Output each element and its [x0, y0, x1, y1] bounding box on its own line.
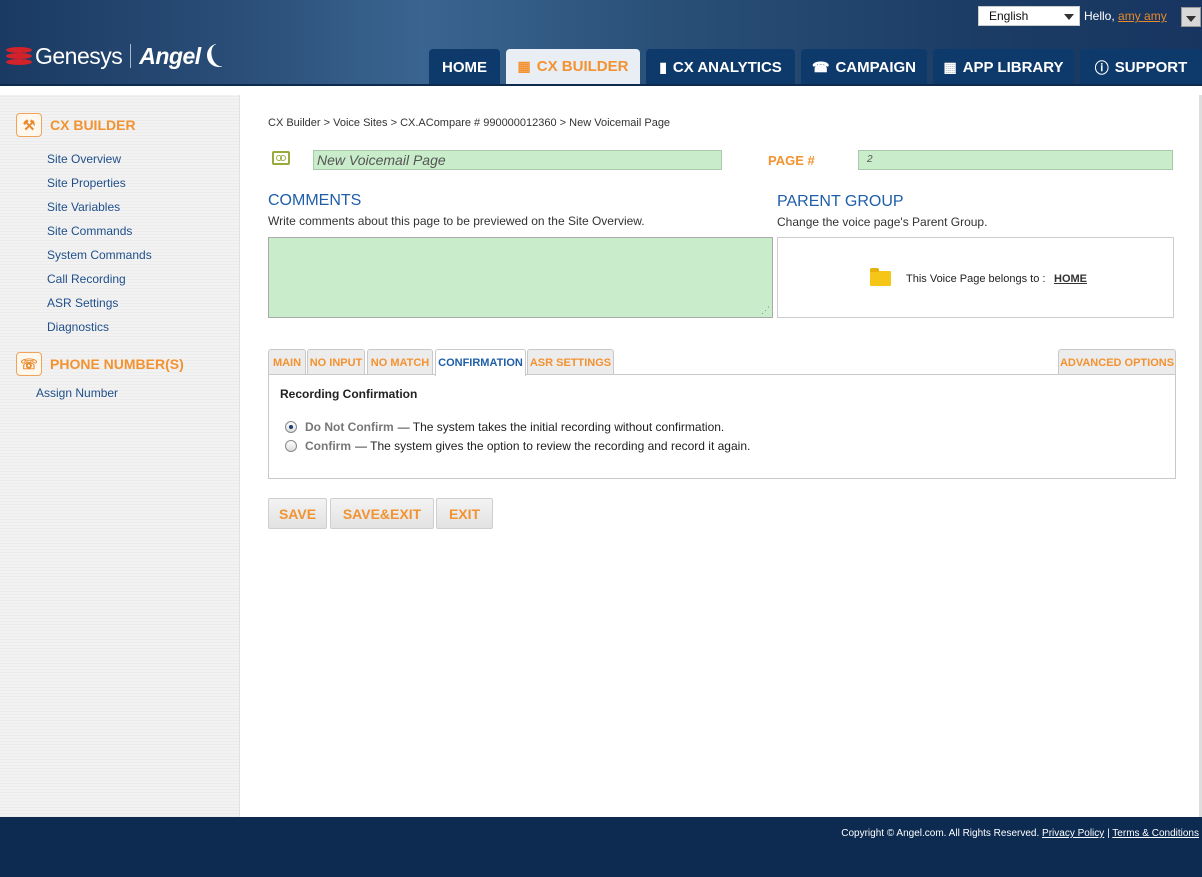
info-icon: ⓘ	[1094, 59, 1109, 76]
genesys-angel-logo[interactable]: Genesys Angel ❨	[6, 36, 227, 76]
sidebar-item-site-commands[interactable]: Site Commands	[47, 224, 132, 238]
tab-cx-analytics[interactable]: ▮ CX ANALYTICS	[646, 49, 795, 86]
parent-group-title: PARENT GROUP	[777, 193, 904, 210]
tab-label: CX BUILDER	[536, 58, 629, 75]
privacy-policy-link[interactable]: Privacy Policy	[1042, 828, 1104, 839]
greeting-text: Hello,	[1084, 9, 1115, 23]
tab-advanced-options[interactable]: ADVANCED OPTIONS	[1058, 349, 1176, 375]
copyright-notice: Copyright © Angel.com. All Rights Reserv…	[841, 828, 1199, 839]
tab-main[interactable]: MAIN	[268, 349, 306, 375]
tab-cx-builder[interactable]: ▦ CX BUILDER	[506, 49, 640, 86]
parent-group-text: This Voice Page belongs to :	[906, 273, 1046, 285]
comments-description: Write comments about this page to be pre…	[268, 214, 645, 228]
tab-label: SUPPORT	[1114, 59, 1188, 76]
sidebar-item-site-overview[interactable]: Site Overview	[47, 152, 121, 166]
user-name-link[interactable]: amy amy	[1118, 9, 1167, 23]
panel-title: Recording Confirmation	[280, 387, 418, 401]
resize-grip-icon[interactable]: ⋰	[761, 305, 770, 316]
sidebar-section-cx-builder: ⚒ CX BUILDER	[16, 113, 136, 137]
terms-link[interactable]: Terms & Conditions	[1112, 828, 1199, 839]
sidebar-section-title: CX BUILDER	[50, 117, 136, 133]
footer: Copyright © Angel.com. All Rights Reserv…	[0, 817, 1202, 877]
radio-description: — The system takes the initial recording…	[397, 420, 725, 434]
save-button[interactable]: SAVE	[268, 498, 327, 529]
radio-description: — The system gives the option to review …	[355, 439, 751, 453]
radio-button[interactable]	[285, 440, 297, 452]
top-header: Genesys Angel ❨ English Hello, amy amy H…	[0, 0, 1202, 86]
page-number-label: PAGE #	[768, 153, 815, 168]
language-select[interactable]: English	[978, 6, 1080, 26]
parent-group-link[interactable]: HOME	[1054, 273, 1087, 285]
grid-icon: ▦	[943, 59, 957, 75]
save-exit-button[interactable]: SAVE&EXIT	[330, 498, 434, 529]
chevron-down-icon	[1186, 16, 1196, 22]
sidebar-item-assign-number[interactable]: Assign Number	[36, 386, 118, 400]
radio-label: Confirm	[305, 439, 351, 453]
parent-group-description: Change the voice page's Parent Group.	[777, 215, 988, 229]
sidebar-item-site-variables[interactable]: Site Variables	[47, 200, 120, 214]
angel-wing-icon: ❨	[198, 38, 227, 73]
sidebar-item-system-commands[interactable]: System Commands	[47, 248, 152, 262]
tab-campaign[interactable]: ☎ CAMPAIGN	[801, 49, 927, 86]
folder-icon	[870, 268, 891, 286]
language-value: English	[989, 9, 1029, 23]
confirmation-panel: Recording Confirmation Do Not Confirm — …	[268, 374, 1176, 479]
logo-divider	[130, 44, 132, 68]
radio-button-checked[interactable]	[285, 421, 297, 433]
user-menu-dropdown[interactable]	[1181, 7, 1201, 27]
tab-label: HOME	[442, 59, 487, 76]
page-name-input[interactable]: New Voicemail Page	[313, 150, 722, 170]
sidebar-item-asr-settings[interactable]: ASR Settings	[47, 296, 118, 310]
chevron-down-icon	[1064, 14, 1074, 20]
campaign-icon: ☎	[811, 59, 830, 75]
radio-option-confirm[interactable]: Confirm — The system gives the option to…	[285, 439, 750, 453]
product-name: Angel	[139, 42, 201, 69]
tab-support[interactable]: ⓘ SUPPORT	[1080, 49, 1202, 86]
header-spacer	[0, 86, 1202, 95]
tab-app-library[interactable]: ▦ APP LIBRARY	[933, 49, 1074, 86]
bar-chart-icon: ▮	[659, 59, 667, 75]
tab-no-match[interactable]: NO MATCH	[367, 349, 433, 375]
tab-asr-settings[interactable]: ASR SETTINGS	[527, 349, 614, 375]
sidebar: ⚒ CX BUILDER Site Overview Site Properti…	[0, 95, 240, 817]
copyright-text: Copyright © Angel.com. All Rights Reserv…	[841, 828, 1040, 839]
comments-textarea[interactable]: ⋰	[268, 237, 773, 318]
brand-name: Genesys	[35, 42, 123, 69]
breadcrumb: CX Builder > Voice Sites > CX.ACompare #…	[268, 117, 671, 129]
radio-option-do-not-confirm[interactable]: Do Not Confirm — The system takes the in…	[285, 420, 724, 434]
footer-separator: |	[1107, 828, 1110, 839]
tab-label: CX ANALYTICS	[672, 59, 782, 76]
radio-label: Do Not Confirm	[305, 420, 394, 434]
sidebar-item-site-properties[interactable]: Site Properties	[47, 176, 126, 190]
tools-icon: ⚒	[16, 113, 42, 137]
genesys-logo-icon	[6, 45, 32, 67]
cx-builder-icon: ▦	[517, 58, 531, 74]
sidebar-section-phone-numbers: ☏ PHONE NUMBER(S)	[16, 352, 184, 376]
sidebar-item-call-recording[interactable]: Call Recording	[47, 272, 126, 286]
tab-label: APP LIBRARY	[962, 59, 1064, 76]
sidebar-item-diagnostics[interactable]: Diagnostics	[47, 320, 109, 334]
phone-icon: ☏	[16, 352, 42, 376]
user-greeting: Hello, amy amy	[1084, 9, 1167, 23]
page-number-input[interactable]: 2	[858, 150, 1173, 170]
exit-button[interactable]: EXIT	[436, 498, 493, 529]
tab-confirmation[interactable]: CONFIRMATION	[435, 349, 526, 376]
tab-label: CAMPAIGN	[835, 59, 916, 76]
parent-group-box: This Voice Page belongs to : HOME	[777, 237, 1174, 318]
sidebar-section-title: PHONE NUMBER(S)	[50, 356, 184, 372]
voicemail-icon	[272, 151, 290, 165]
comments-title: COMMENTS	[268, 192, 362, 209]
tab-home[interactable]: HOME	[429, 49, 500, 86]
tab-no-input[interactable]: NO INPUT	[307, 349, 365, 375]
